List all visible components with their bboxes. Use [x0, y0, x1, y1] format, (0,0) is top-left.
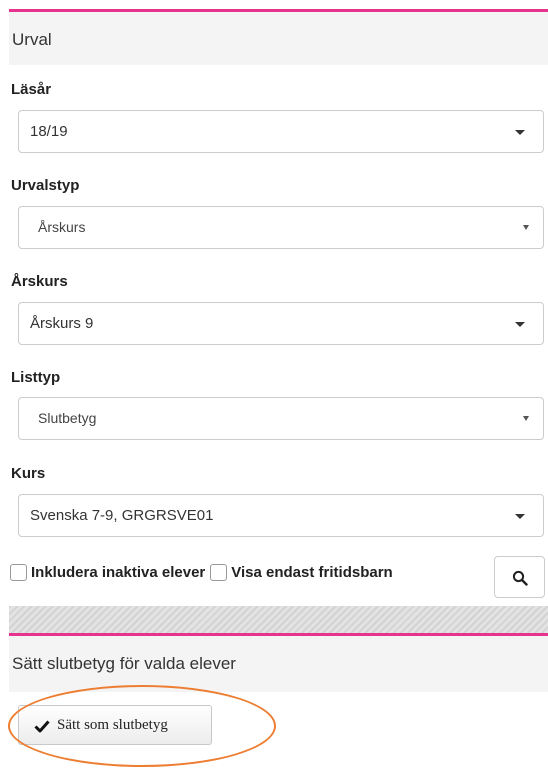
only-fritids-label[interactable]: Visa endast fritidsbarn — [231, 564, 392, 581]
urvalstyp-value: Årskurs — [38, 219, 86, 235]
urval-title: Urval — [12, 30, 52, 49]
lasar-value: 18/19 — [30, 123, 68, 140]
lasar-label: Läsår — [11, 81, 52, 98]
kurs-label: Kurs — [11, 465, 46, 482]
search-icon — [512, 570, 528, 586]
caret-down-icon — [515, 322, 525, 327]
set-final-grade-button[interactable]: Sätt som slutbetyg — [18, 705, 212, 745]
listtyp-value: Slutbetyg — [38, 410, 97, 426]
kurs-select[interactable]: Svenska 7-9, GRGRSVE01 — [18, 494, 544, 537]
checkmark-icon — [34, 720, 50, 733]
only-fritids-checkbox[interactable] — [210, 564, 228, 581]
kurs-value: Svenska 7-9, GRGRSVE01 — [30, 507, 214, 524]
listtyp-label: Listtyp — [11, 369, 61, 386]
arskurs-select[interactable]: Årskurs 9 — [18, 302, 544, 345]
actions-panel-header: Sätt slutbetyg för valda elever — [9, 633, 548, 692]
include-inactive-label[interactable]: Inkludera inaktiva elever — [31, 564, 205, 581]
urvalstyp-select[interactable]: Årskurs — [18, 206, 544, 249]
panel-divider — [9, 606, 548, 633]
include-inactive-checkbox[interactable] — [10, 564, 27, 581]
actions-title: Sätt slutbetyg för valda elever — [12, 654, 236, 673]
urval-panel-header: Urval — [9, 9, 548, 65]
arskurs-label: Årskurs — [11, 273, 68, 290]
set-final-grade-label: Sätt som slutbetyg — [57, 717, 168, 733]
filter-options: Inkludera inaktiva elever Visa endast fr… — [10, 564, 393, 581]
urvalstyp-label: Urvalstyp — [11, 177, 80, 194]
caret-down-icon — [523, 225, 529, 230]
caret-down-icon — [515, 514, 525, 519]
listtyp-select[interactable]: Slutbetyg — [18, 397, 544, 440]
search-button[interactable] — [494, 556, 545, 598]
caret-down-icon — [515, 130, 525, 135]
lasar-select[interactable]: 18/19 — [18, 110, 544, 153]
caret-down-icon — [523, 416, 529, 421]
arskurs-value: Årskurs 9 — [30, 315, 94, 332]
